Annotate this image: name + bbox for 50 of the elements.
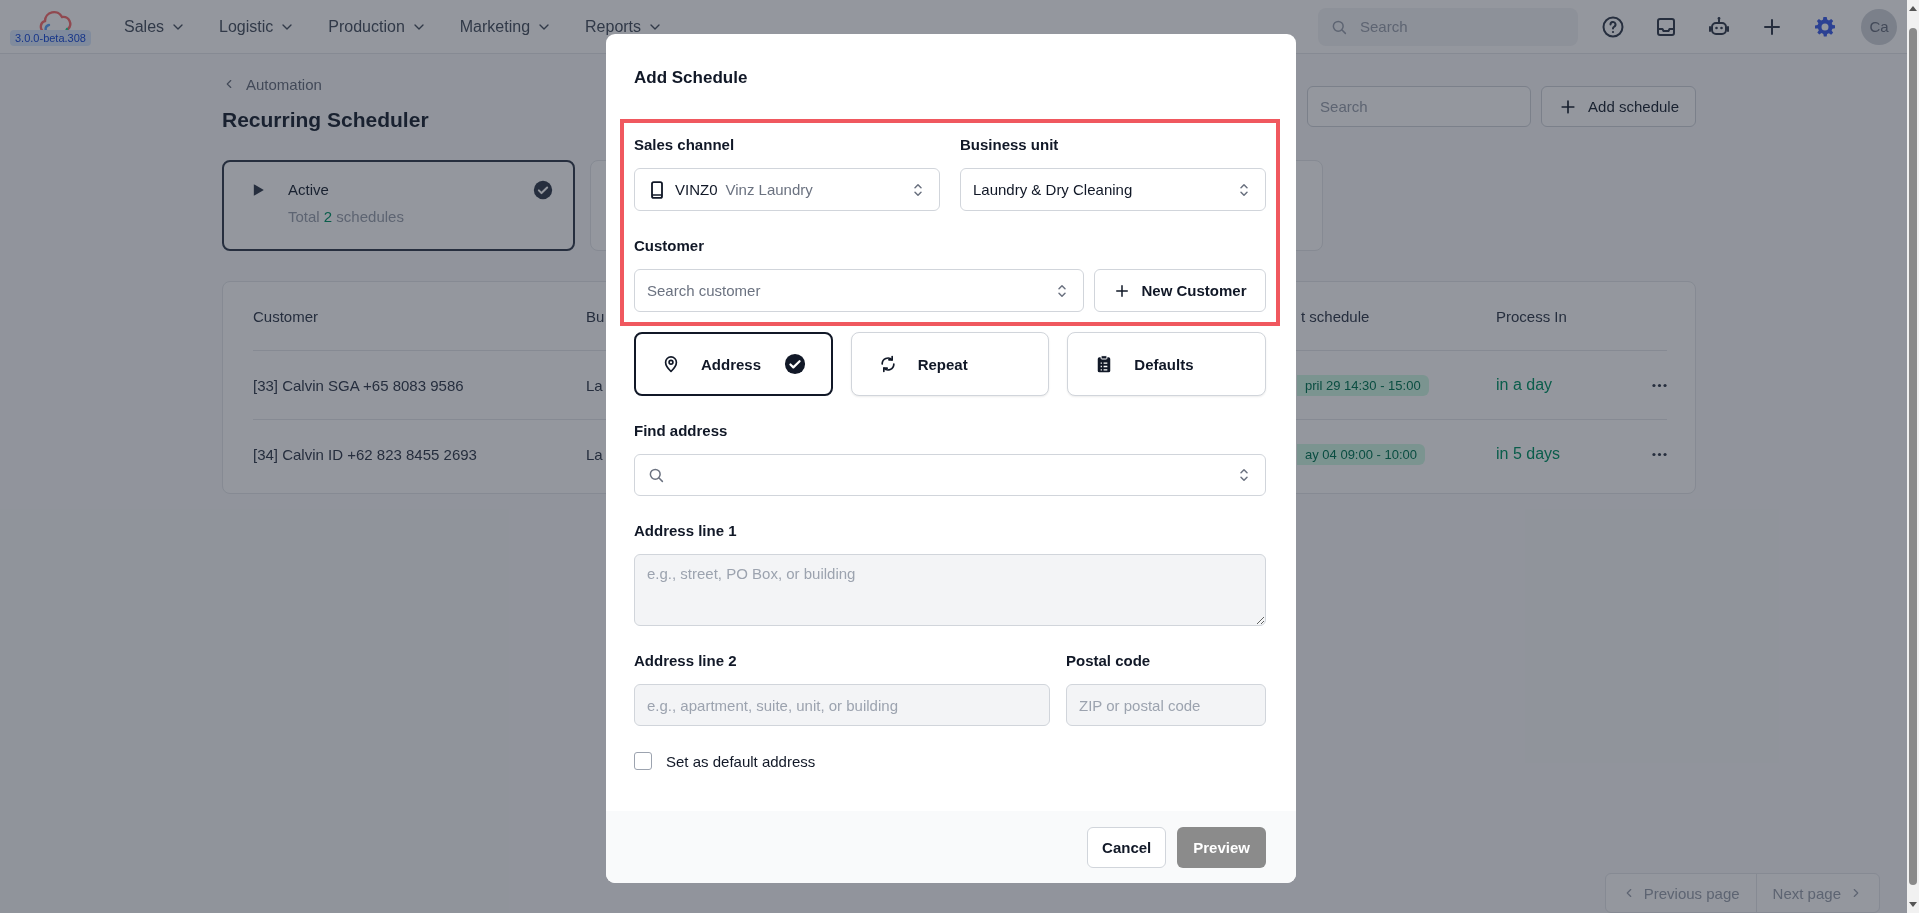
user-avatar[interactable]: Ca xyxy=(1861,8,1897,45)
table-cell-text: La xyxy=(586,445,604,463)
nav-menu-item[interactable]: Logistic xyxy=(219,17,296,36)
table-cell-text: La xyxy=(586,376,604,394)
schedule-badge: pril 29 14:30 - 15:00 xyxy=(1297,374,1429,396)
page-title: Recurring Scheduler xyxy=(222,107,429,133)
settings-icon[interactable] xyxy=(1813,14,1837,39)
card-title: Active xyxy=(288,180,330,200)
step-tab[interactable]: Address xyxy=(634,332,833,396)
checkbox[interactable] xyxy=(634,752,652,770)
check-circle-icon xyxy=(533,180,553,200)
field-label: Business unit xyxy=(960,135,1060,155)
column-header: Customer xyxy=(253,307,320,325)
scroll-up-icon[interactable] xyxy=(1908,4,1918,14)
nav-menu-item[interactable]: Production xyxy=(328,17,427,36)
preview-button[interactable]: Preview xyxy=(1177,826,1266,868)
checkbox-label: Set as default address xyxy=(666,752,816,770)
step-tab[interactable]: Repeat xyxy=(850,332,1050,396)
version-badge: 3.0.0-beta.308 xyxy=(10,29,91,46)
field-label: Address line 2 xyxy=(634,651,738,671)
field-label: Find address xyxy=(634,421,729,441)
dialog-title: Add Schedule xyxy=(634,67,749,89)
column-header: Bu xyxy=(586,307,606,325)
add-schedule-button[interactable]: Add schedule xyxy=(1541,86,1696,127)
table-cell-text: [34] Calvin ID +62 823 8455 2693 xyxy=(253,445,478,463)
column-header: t schedule xyxy=(1301,307,1371,325)
field-label: Sales channel xyxy=(634,135,736,155)
address-search-field[interactable] xyxy=(634,454,1266,496)
customer-search-input[interactable]: Search customer xyxy=(647,270,1043,311)
field-label: Address line 1 xyxy=(634,521,738,541)
nav-menu-item[interactable]: Marketing xyxy=(459,17,553,36)
process-time: in a day xyxy=(1496,376,1554,394)
column-header: Process In xyxy=(1496,307,1568,325)
business-unit-select[interactable]: Laundry & Dry Cleaning xyxy=(960,168,1266,211)
field-label: Customer xyxy=(634,236,705,256)
search-icon xyxy=(647,466,665,484)
process-time: in 5 days xyxy=(1496,445,1562,463)
customer-search-field[interactable]: Search customer xyxy=(634,269,1084,312)
help-icon[interactable] xyxy=(1601,14,1625,39)
table-cell-text: [33] Calvin SGA +65 8083 9586 xyxy=(253,376,465,394)
scroll-down-icon[interactable] xyxy=(1908,899,1918,909)
schedule-badge: ay 04 09:00 - 10:00 xyxy=(1297,443,1426,465)
cancel-button[interactable]: Cancel xyxy=(1087,826,1167,868)
step-tab[interactable]: Defaults xyxy=(1067,332,1266,396)
new-customer-button[interactable]: New Customer xyxy=(1094,269,1266,312)
nav-menu-item[interactable]: Sales xyxy=(124,17,187,36)
field-label: Postal code xyxy=(1066,651,1152,671)
check-circle-icon xyxy=(783,353,806,375)
sales-channel-select[interactable]: VINZ0 Vinz Laundry xyxy=(634,168,940,211)
breadcrumb-link[interactable]: Automation xyxy=(222,74,322,94)
